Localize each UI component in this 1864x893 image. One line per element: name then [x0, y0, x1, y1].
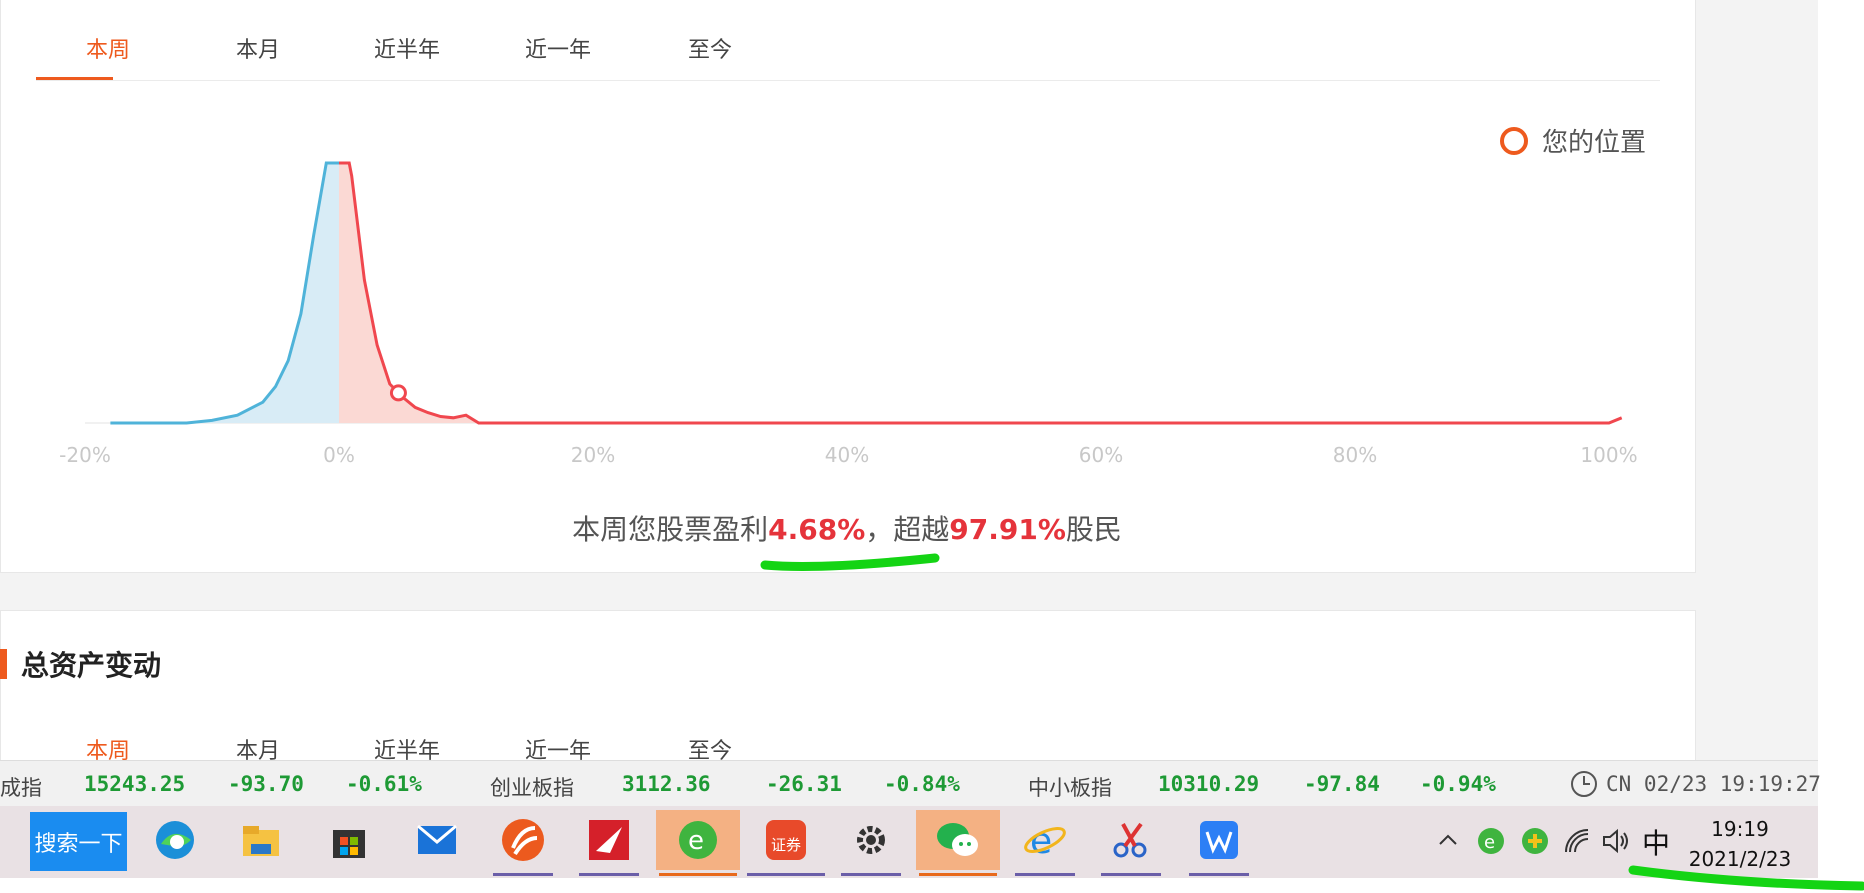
x-tick-label: 80%: [1333, 443, 1377, 467]
store-icon[interactable]: [316, 810, 382, 870]
search-button[interactable]: 搜索一下: [30, 812, 127, 871]
green-pen-annotation: [760, 553, 940, 571]
ticker-value: 3112.36: [622, 772, 711, 796]
settings-icon[interactable]: [838, 810, 904, 876]
edge-icon[interactable]: [142, 810, 208, 870]
summary-beat: 97.91%: [949, 513, 1066, 546]
running-indicator: [841, 873, 901, 876]
section-accent-bar: [0, 649, 7, 679]
summary-profit: 4.68%: [768, 513, 866, 546]
wifi-icon[interactable]: [1562, 826, 1592, 856]
svg-text:e: e: [688, 826, 704, 856]
ticker-name: 创业板指: [490, 776, 574, 800]
ticker-change: -93.70: [228, 772, 304, 796]
securities-app-icon[interactable]: 证券: [744, 810, 828, 876]
ticker-value: 15243.25: [84, 772, 186, 796]
summary-pre: 本周您股票盈利: [572, 513, 769, 546]
summary-text: 本周您股票盈利4.68%，超越97.91%股民: [0, 508, 1694, 548]
mail-icon[interactable]: [404, 810, 470, 870]
tab-to-date[interactable]: 至今: [688, 32, 732, 64]
svg-text:e: e: [1484, 832, 1495, 853]
tray-security-icon[interactable]: [1520, 826, 1550, 856]
x-tick-label: 100%: [1580, 443, 1637, 467]
app-orange-icon[interactable]: [490, 810, 556, 876]
ticker-value: 10310.29: [1158, 772, 1260, 796]
running-indicator: [579, 873, 639, 876]
x-tick-label: 20%: [571, 443, 615, 467]
tab-half-year[interactable]: 近半年: [374, 32, 440, 64]
chevron-up-icon[interactable]: [1438, 832, 1458, 848]
section-title-text: 总资产变动: [21, 649, 162, 682]
app-red-icon[interactable]: [576, 810, 642, 876]
x-tick-label: 0%: [323, 443, 355, 467]
ticker-name: 成指: [0, 776, 42, 800]
browser-green-icon[interactable]: e: [656, 810, 740, 876]
tab-this-month[interactable]: 本月: [236, 32, 280, 64]
svg-text:e: e: [1030, 821, 1052, 862]
taskbar: 搜索一下 e 证券 e e 中 19:19 2021/2/23: [0, 806, 1818, 878]
tab-one-year[interactable]: 近一年: [525, 32, 591, 64]
tab-this-week[interactable]: 本周: [86, 32, 130, 64]
running-indicator: [919, 873, 997, 876]
active-tab-underline: [36, 77, 113, 80]
tray-browser-icon[interactable]: e: [1476, 826, 1506, 856]
market-ticker: 成指 15243.25 -93.70 -0.61% 创业板指 3112.36 -…: [0, 760, 1821, 807]
summary-mid: ，超越: [865, 513, 950, 546]
file-explorer-icon[interactable]: [228, 810, 294, 870]
ticker-pct: -0.84%: [884, 772, 960, 796]
period-tabs: 本周 本月 近半年 近一年 至今: [36, 0, 1660, 81]
your-position-marker: [389, 384, 407, 402]
ticker-change: -97.84: [1304, 772, 1380, 796]
ticker-pct: -0.61%: [346, 772, 422, 796]
running-indicator: [1015, 873, 1075, 876]
profit-area: [339, 163, 479, 423]
profit-distribution-chart: -20% 0% 20% 40% 60% 80% 100%: [59, 161, 1638, 467]
x-tick-label: -20%: [59, 443, 111, 467]
running-indicator: [493, 873, 553, 876]
ticker-change: -26.31: [766, 772, 842, 796]
summary-post: 股民: [1065, 513, 1122, 546]
ticker-clock: CN 02/23 19:19:27: [1606, 772, 1821, 796]
bottom-strip: [0, 878, 1864, 893]
svg-text:证券: 证券: [771, 836, 801, 854]
running-indicator: [1189, 873, 1249, 876]
profit-line: [339, 161, 1623, 425]
wps-icon[interactable]: [1186, 810, 1252, 876]
clock-icon: [1571, 771, 1597, 797]
clock-time: 19:19: [1711, 817, 1769, 841]
right-gutter: [1818, 0, 1864, 893]
volume-icon[interactable]: [1600, 826, 1632, 856]
x-tick-label: 60%: [1079, 443, 1123, 467]
ie-icon[interactable]: e: [1012, 810, 1078, 876]
snip-tool-icon[interactable]: [1098, 810, 1164, 876]
running-indicator: [747, 873, 825, 876]
running-indicator: [1101, 873, 1161, 876]
section-title: 总资产变动: [0, 644, 161, 684]
x-tick-label: 40%: [825, 443, 869, 467]
wechat-icon[interactable]: [916, 810, 1000, 876]
ticker-pct: -0.94%: [1420, 772, 1496, 796]
ime-indicator[interactable]: 中: [1642, 822, 1670, 862]
ticker-name: 中小板指: [1028, 776, 1112, 800]
green-pen-annotation: [1628, 865, 1864, 891]
running-indicator: [659, 873, 737, 876]
